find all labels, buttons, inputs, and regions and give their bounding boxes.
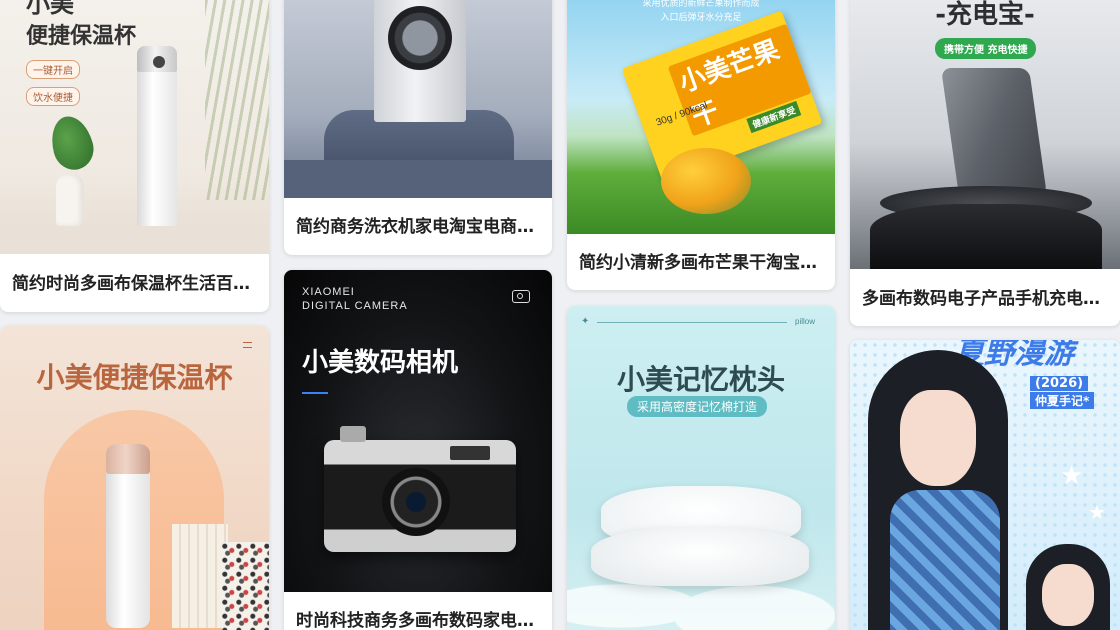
thumbnail-pillow: ✦ pillow 小美记忆枕头 采用高密度记忆棉打造 bbox=[567, 306, 835, 630]
leaf bbox=[45, 111, 99, 175]
star-decoration: ★ bbox=[1060, 460, 1084, 490]
person-face bbox=[900, 390, 976, 486]
poster-title: 小美数码相机 bbox=[302, 348, 459, 378]
camera-viewfinder bbox=[450, 446, 490, 460]
pedestal-front bbox=[284, 160, 552, 198]
corner-label: pillow bbox=[795, 317, 816, 326]
package-title: 小美芒果干 bbox=[667, 23, 812, 137]
poster-tag-1: 一键开启 bbox=[26, 60, 80, 79]
poster-title-top: 小美 bbox=[26, 0, 74, 18]
template-card-thermos-2[interactable]: 小美便捷保温杯 bbox=[0, 326, 269, 630]
poster-sub: 仲夏手记* bbox=[1030, 392, 1095, 409]
poster-line-2: 入口后弹牙水分充足 bbox=[660, 13, 742, 23]
sparkle-icon: ✦ bbox=[581, 316, 590, 327]
poster-tag-2: 饮水便捷 bbox=[26, 87, 80, 106]
podium-base bbox=[870, 204, 1102, 269]
poster-line-rule bbox=[597, 322, 787, 323]
thumbnail-thermos-2: 小美便捷保温杯 bbox=[0, 326, 269, 630]
poster-line-1: 采用优质的新鲜芒果制作而成 bbox=[642, 0, 760, 9]
thumbnail-powerbank: -充电宝- 携带方便 充电快捷 bbox=[850, 0, 1120, 269]
thumbnail-thermos: 小美 便捷保温杯 一键开启 饮水便捷 bbox=[0, 0, 269, 254]
thumbnail-camera: XIAOMEI DIGITAL CAMERA 小美数码相机 bbox=[284, 270, 552, 592]
person-outfit bbox=[890, 490, 1000, 630]
template-card-mango[interactable]: 采用优质的新鲜芒果制作而成 入口后弹牙水分充足 小美芒果干 30g / 90kc… bbox=[567, 0, 835, 290]
template-card-thermos[interactable]: 小美 便捷保温杯 一键开启 饮水便捷 简约时尚多画布保温杯生活百… bbox=[0, 0, 269, 312]
template-card-camera[interactable]: XIAOMEI DIGITAL CAMERA 小美数码相机 时尚科技商务多画布数… bbox=[284, 270, 552, 630]
thermos-cap bbox=[106, 444, 150, 474]
poster-title: -充电宝- bbox=[935, 0, 1035, 30]
pillow-bottom bbox=[591, 528, 809, 586]
poster-year: (2026) bbox=[1030, 376, 1089, 391]
card-caption: 时尚科技商务多画布数码家电… bbox=[296, 611, 534, 630]
poster-title: 便捷保温杯 bbox=[26, 24, 137, 49]
mango-fruit bbox=[661, 148, 751, 214]
washer-door bbox=[388, 6, 452, 70]
camera-icon bbox=[512, 290, 530, 303]
camera-dial bbox=[340, 426, 366, 442]
poster-subtitle: 采用高密度记忆棉打造 bbox=[627, 396, 768, 417]
template-card-powerbank[interactable]: -充电宝- 携带方便 充电快捷 多画布数码电子产品手机充电… bbox=[850, 0, 1120, 326]
card-caption: 简约小清新多画布芒果干淘宝… bbox=[579, 253, 817, 273]
template-card-pillow[interactable]: ✦ pillow 小美记忆枕头 采用高密度记忆棉打造 bbox=[567, 306, 835, 630]
pedestal-block bbox=[172, 524, 228, 628]
terrazzo-block bbox=[222, 542, 269, 630]
grass-decoration bbox=[205, 0, 269, 200]
title-underline bbox=[302, 392, 328, 394]
card-caption: 简约商务洗衣机家电淘宝电商… bbox=[296, 217, 534, 237]
template-card-washer[interactable]: 简约商务洗衣机家电淘宝电商… bbox=[284, 0, 552, 255]
card-caption: 多画布数码电子产品手机充电… bbox=[862, 289, 1100, 309]
brand-line-1: XIAOMEI bbox=[302, 286, 355, 298]
menu-lines-icon bbox=[243, 342, 252, 348]
vase bbox=[56, 174, 84, 226]
table-surface bbox=[0, 226, 269, 254]
poster-badge: 携带方便 充电快捷 bbox=[935, 38, 1037, 59]
star-decoration: ★ bbox=[1088, 502, 1106, 524]
thumbnail-washer bbox=[284, 0, 552, 198]
poster-title: 小美记忆枕头 bbox=[616, 363, 785, 396]
thermos-button bbox=[153, 56, 165, 68]
camera-lens bbox=[382, 468, 450, 536]
thumbnail-summer: 夏野漫游 (2026) 仲夏手记* ★ ★ bbox=[850, 340, 1120, 630]
thumbnail-mango: 采用优质的新鲜芒果制作而成 入口后弹牙水分充足 小美芒果干 30g / 90kc… bbox=[567, 0, 835, 234]
thermos-bottle bbox=[137, 46, 177, 236]
brand-line-2: DIGITAL CAMERA bbox=[302, 300, 408, 312]
card-caption: 简约时尚多画布保温杯生活百… bbox=[12, 274, 250, 294]
poster-title: 小美便捷保温杯 bbox=[36, 361, 233, 394]
person-2-face bbox=[1042, 564, 1094, 626]
template-card-summer[interactable]: 夏野漫游 (2026) 仲夏手记* ★ ★ bbox=[850, 340, 1120, 630]
power-bank bbox=[941, 68, 1047, 196]
